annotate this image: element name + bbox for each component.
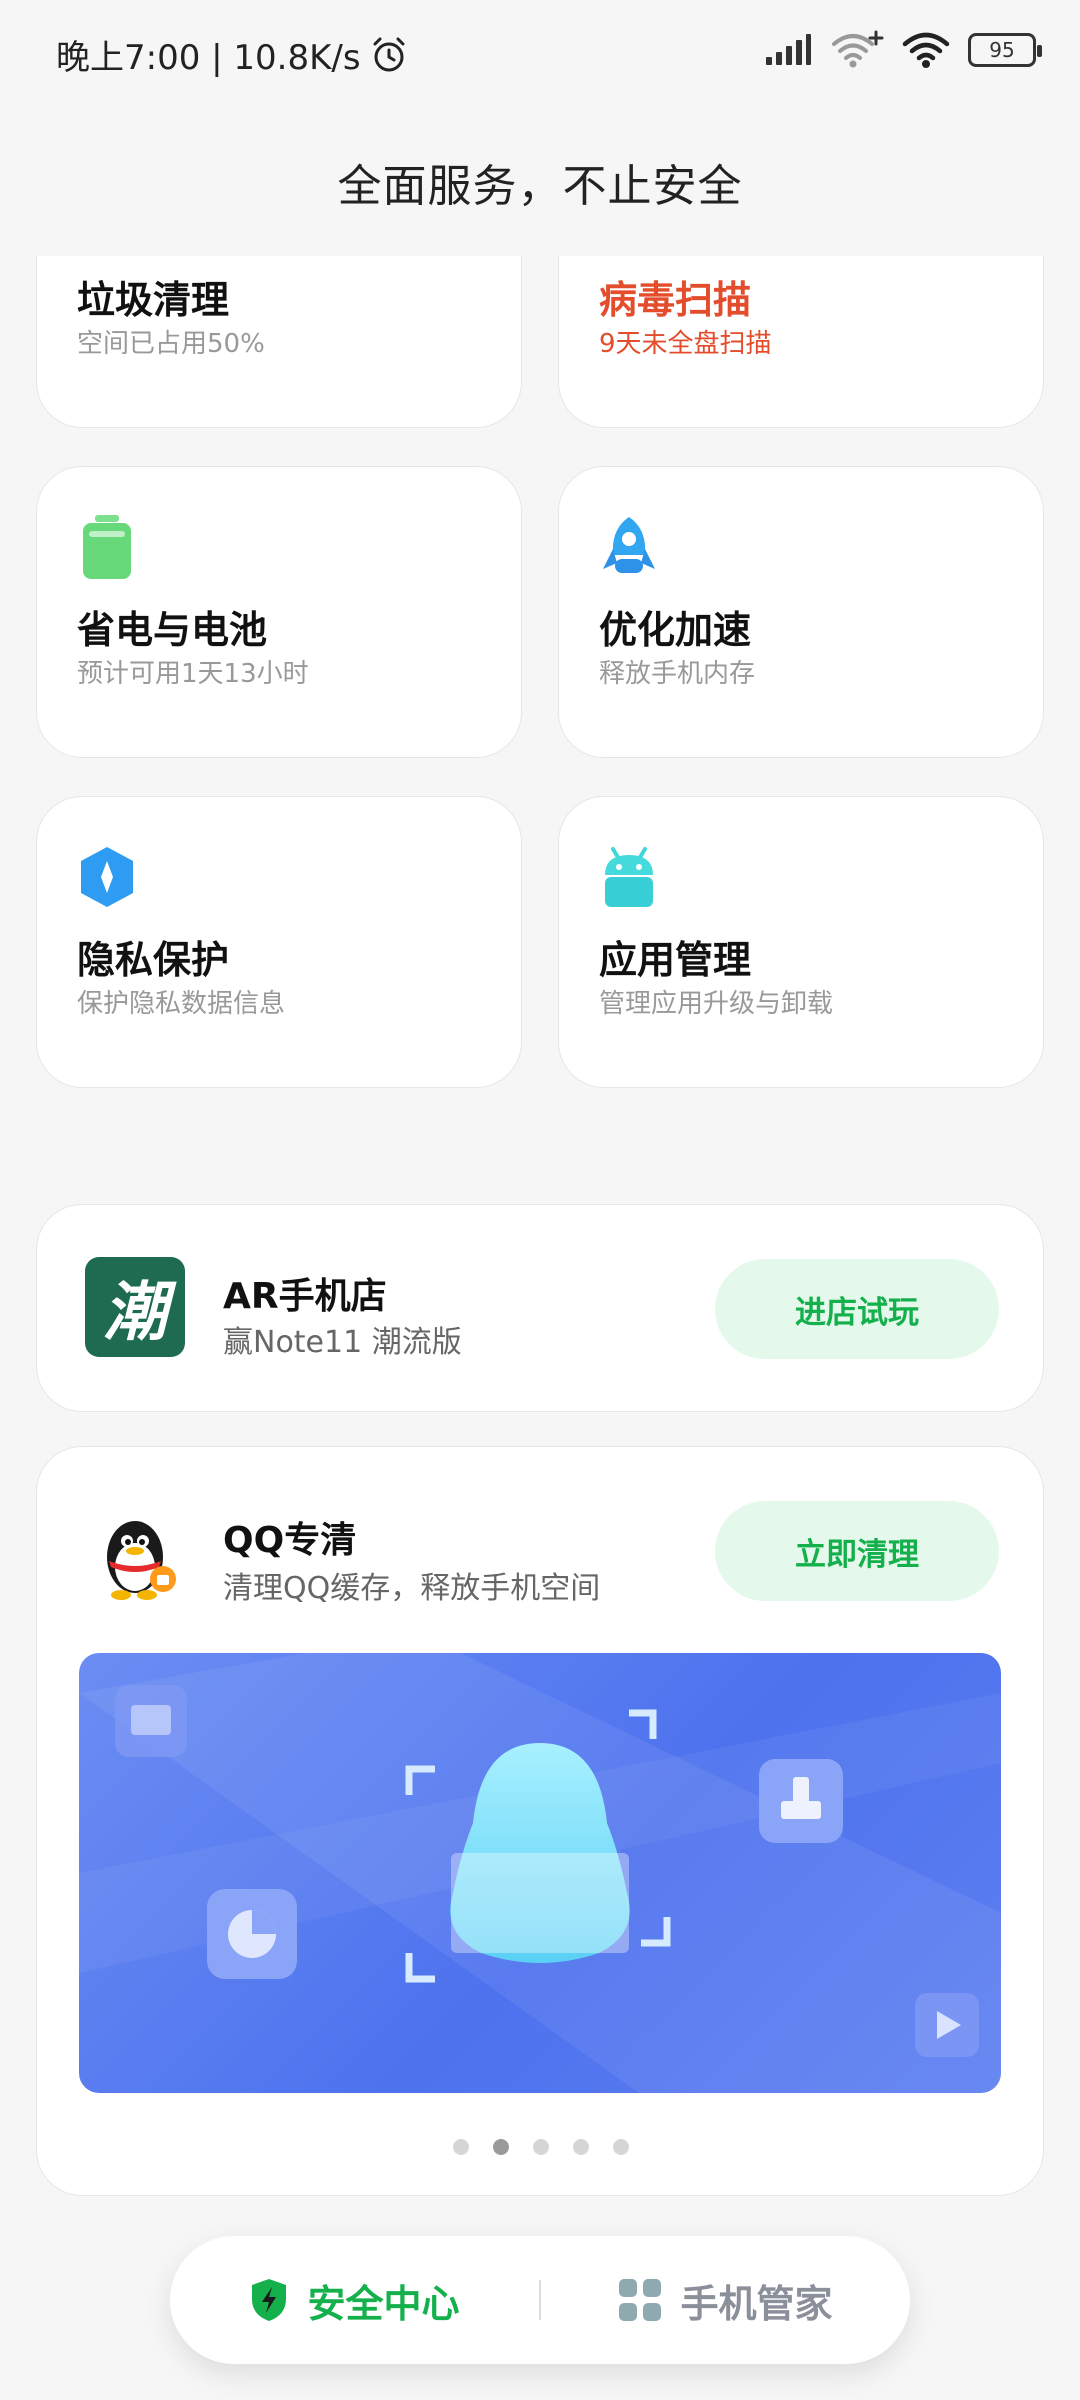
signal-icon bbox=[766, 34, 811, 65]
status-right: 95 bbox=[764, 30, 1042, 70]
card-app-manager[interactable]: 应用管理 管理应用升级与卸载 bbox=[558, 796, 1044, 1088]
card-title: 应用管理 bbox=[599, 938, 752, 982]
ar-store-subtitle: 赢Note11 潮流版 bbox=[223, 1325, 462, 1360]
enter-store-button[interactable]: 进店试玩 bbox=[715, 1259, 999, 1359]
status-bar: 晚上7:00 | 10.8K/s 95 bbox=[0, 0, 1080, 104]
carousel-dot-active[interactable] bbox=[493, 2139, 509, 2155]
card-privacy[interactable]: 隐私保护 保护隐私数据信息 bbox=[36, 796, 522, 1088]
qq-clean-banner[interactable] bbox=[79, 1653, 1001, 2093]
card-subtitle: 保护隐私数据信息 bbox=[77, 989, 286, 1019]
carousel-dot[interactable] bbox=[533, 2139, 549, 2155]
card-subtitle: 释放手机内存 bbox=[599, 659, 756, 689]
card-title: 垃圾清理 bbox=[77, 278, 230, 322]
qq-penguin-icon bbox=[107, 1521, 176, 1600]
page-title: 全面服务，不止安全 bbox=[337, 161, 743, 212]
status-left: 晚上7:00 | 10.8K/s bbox=[56, 30, 409, 79]
shield-bolt-icon bbox=[252, 2279, 287, 2321]
carousel-dot[interactable] bbox=[453, 2139, 469, 2155]
ar-store-logo-text: 潮 bbox=[103, 1276, 167, 1350]
bottom-nav: 安全中心 手机管家 bbox=[170, 2236, 910, 2364]
card-virus-scan[interactable]: 病毒扫描 9天未全盘扫描 bbox=[558, 256, 1044, 428]
alarm-icon bbox=[373, 37, 405, 71]
card-subtitle: 空间已占用50% bbox=[77, 329, 265, 359]
grid-apps-icon bbox=[619, 2279, 662, 2321]
card-title: 省电与电池 bbox=[77, 608, 268, 652]
qq-clean-title: QQ专清 bbox=[223, 1520, 357, 1561]
wifi-icon bbox=[902, 32, 950, 68]
battery-icon bbox=[83, 515, 131, 579]
carousel-indicator bbox=[37, 2139, 1045, 2155]
nav-phone-manager[interactable]: 手机管家 bbox=[541, 2236, 910, 2364]
carousel-dot[interactable] bbox=[573, 2139, 589, 2155]
ar-store-title: AR手机店 bbox=[223, 1276, 387, 1317]
card-title: 优化加速 bbox=[599, 608, 752, 652]
battery-level: 95 bbox=[989, 38, 1015, 62]
nav-phone-manager-label: 手机管家 bbox=[680, 2281, 833, 2326]
card-battery[interactable]: 省电与电池 预计可用1天13小时 bbox=[36, 466, 522, 758]
qq-clean-card[interactable]: QQ专清 清理QQ缓存，释放手机空间 立即清理 bbox=[36, 1446, 1044, 2196]
clean-now-button[interactable]: 立即清理 bbox=[715, 1501, 999, 1601]
privacy-shield-icon bbox=[81, 847, 133, 907]
qq-clean-subtitle: 清理QQ缓存，释放手机空间 bbox=[223, 1571, 601, 1606]
card-subtitle: 预计可用1天13小时 bbox=[77, 659, 309, 689]
time-speed-text: 晚上7:00 | 10.8K/s bbox=[56, 38, 361, 78]
ar-store-card[interactable]: 潮 AR手机店 赢Note11 潮流版 进店试玩 bbox=[36, 1204, 1044, 1412]
carousel-dot[interactable] bbox=[613, 2139, 629, 2155]
card-title: 隐私保护 bbox=[77, 938, 230, 982]
card-optimize[interactable]: 优化加速 释放手机内存 bbox=[558, 466, 1044, 758]
card-title: 病毒扫描 bbox=[599, 278, 752, 322]
wifi-plus-icon bbox=[832, 30, 884, 68]
card-subtitle: 管理应用升级与卸载 bbox=[599, 989, 834, 1019]
rocket-icon bbox=[603, 517, 655, 573]
qq-scan-illustration bbox=[79, 1653, 1001, 2093]
scroll-viewport[interactable]: 垃圾清理 空间已占用50% 病毒扫描 9天未全盘扫描 省电与电池 预计可用1天1… bbox=[0, 256, 1080, 2400]
nav-security-center[interactable]: 安全中心 bbox=[170, 2236, 539, 2364]
nav-security-center-label: 安全中心 bbox=[307, 2281, 460, 2326]
android-icon bbox=[605, 847, 653, 907]
battery-indicator: 95 bbox=[968, 33, 1042, 67]
card-subtitle: 9天未全盘扫描 bbox=[599, 329, 772, 359]
card-junk-clean[interactable]: 垃圾清理 空间已占用50% bbox=[36, 256, 522, 428]
